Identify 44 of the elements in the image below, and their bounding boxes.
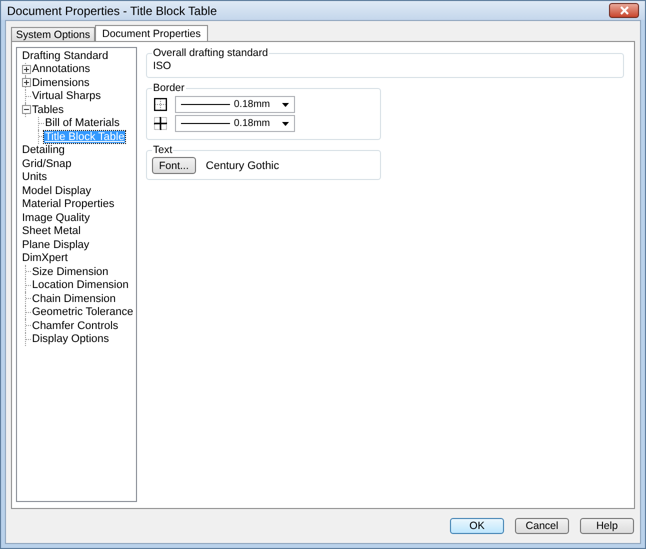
tree-item[interactable]: Grid/Snap	[21, 158, 73, 170]
expander-icon[interactable]	[22, 105, 31, 114]
tree-item[interactable]: Virtual Sharps	[31, 90, 102, 102]
tree-item[interactable]: Detailing	[21, 144, 66, 156]
expander-icon[interactable]	[22, 78, 31, 88]
tree-item[interactable]: Geometric Tolerance	[31, 306, 134, 318]
tree-item[interactable]: DimXpert	[21, 252, 69, 264]
window-title: Document Properties - Title Block Table	[7, 4, 217, 18]
expander-icon[interactable]	[22, 64, 31, 74]
tree-item[interactable]: Image Quality	[21, 212, 91, 224]
tree-item[interactable]: Material Properties	[21, 198, 116, 210]
dropdown-arrow-icon	[282, 102, 289, 106]
inner-border-icon	[154, 117, 167, 130]
close-icon	[618, 6, 630, 15]
standard-value: ISO	[152, 60, 172, 72]
dialog-button[interactable]: Cancel	[515, 518, 569, 534]
group-title: Text	[152, 144, 174, 156]
tree-item[interactable]: Tables	[31, 104, 65, 116]
tree-item[interactable]: Units	[21, 171, 48, 184]
tab[interactable]: Document Properties	[95, 25, 208, 41]
tree-item[interactable]: Drafting Standard	[21, 50, 110, 62]
tree-item[interactable]: Size Dimension	[31, 266, 110, 278]
group-title: Border	[152, 82, 186, 94]
font-button[interactable]: Font...	[152, 157, 196, 174]
tree-item[interactable]: Plane Display	[21, 238, 90, 251]
outer-border-icon	[154, 98, 167, 111]
dropdown-arrow-icon	[282, 122, 289, 126]
dialog-button[interactable]: Help	[580, 518, 634, 534]
tree-item[interactable]: Dimensions	[31, 76, 90, 89]
tree-item[interactable]: Location Dimension	[31, 279, 130, 292]
line-weight-dropdown[interactable]: 0.18mm	[175, 96, 295, 113]
tree-item[interactable]: Chamfer Controls	[31, 320, 120, 332]
tree-item[interactable]: Sheet Metal	[21, 225, 82, 238]
tree-item[interactable]: Chain Dimension	[31, 292, 117, 305]
tree-item[interactable]: Model Display	[21, 184, 92, 197]
close-button[interactable]	[609, 3, 639, 18]
line-weight-dropdown[interactable]: 0.18mm	[175, 115, 295, 132]
dialog-button[interactable]: OK	[450, 518, 504, 534]
tree-item[interactable]: Display Options	[31, 333, 110, 346]
tree-item[interactable]: Annotations	[31, 63, 92, 76]
group-title: Overall drafting standard	[152, 47, 269, 59]
tab[interactable]: System Options	[11, 27, 96, 41]
font-name: Century Gothic	[206, 160, 280, 172]
tree-item[interactable]: Bill of Materials	[44, 117, 121, 130]
